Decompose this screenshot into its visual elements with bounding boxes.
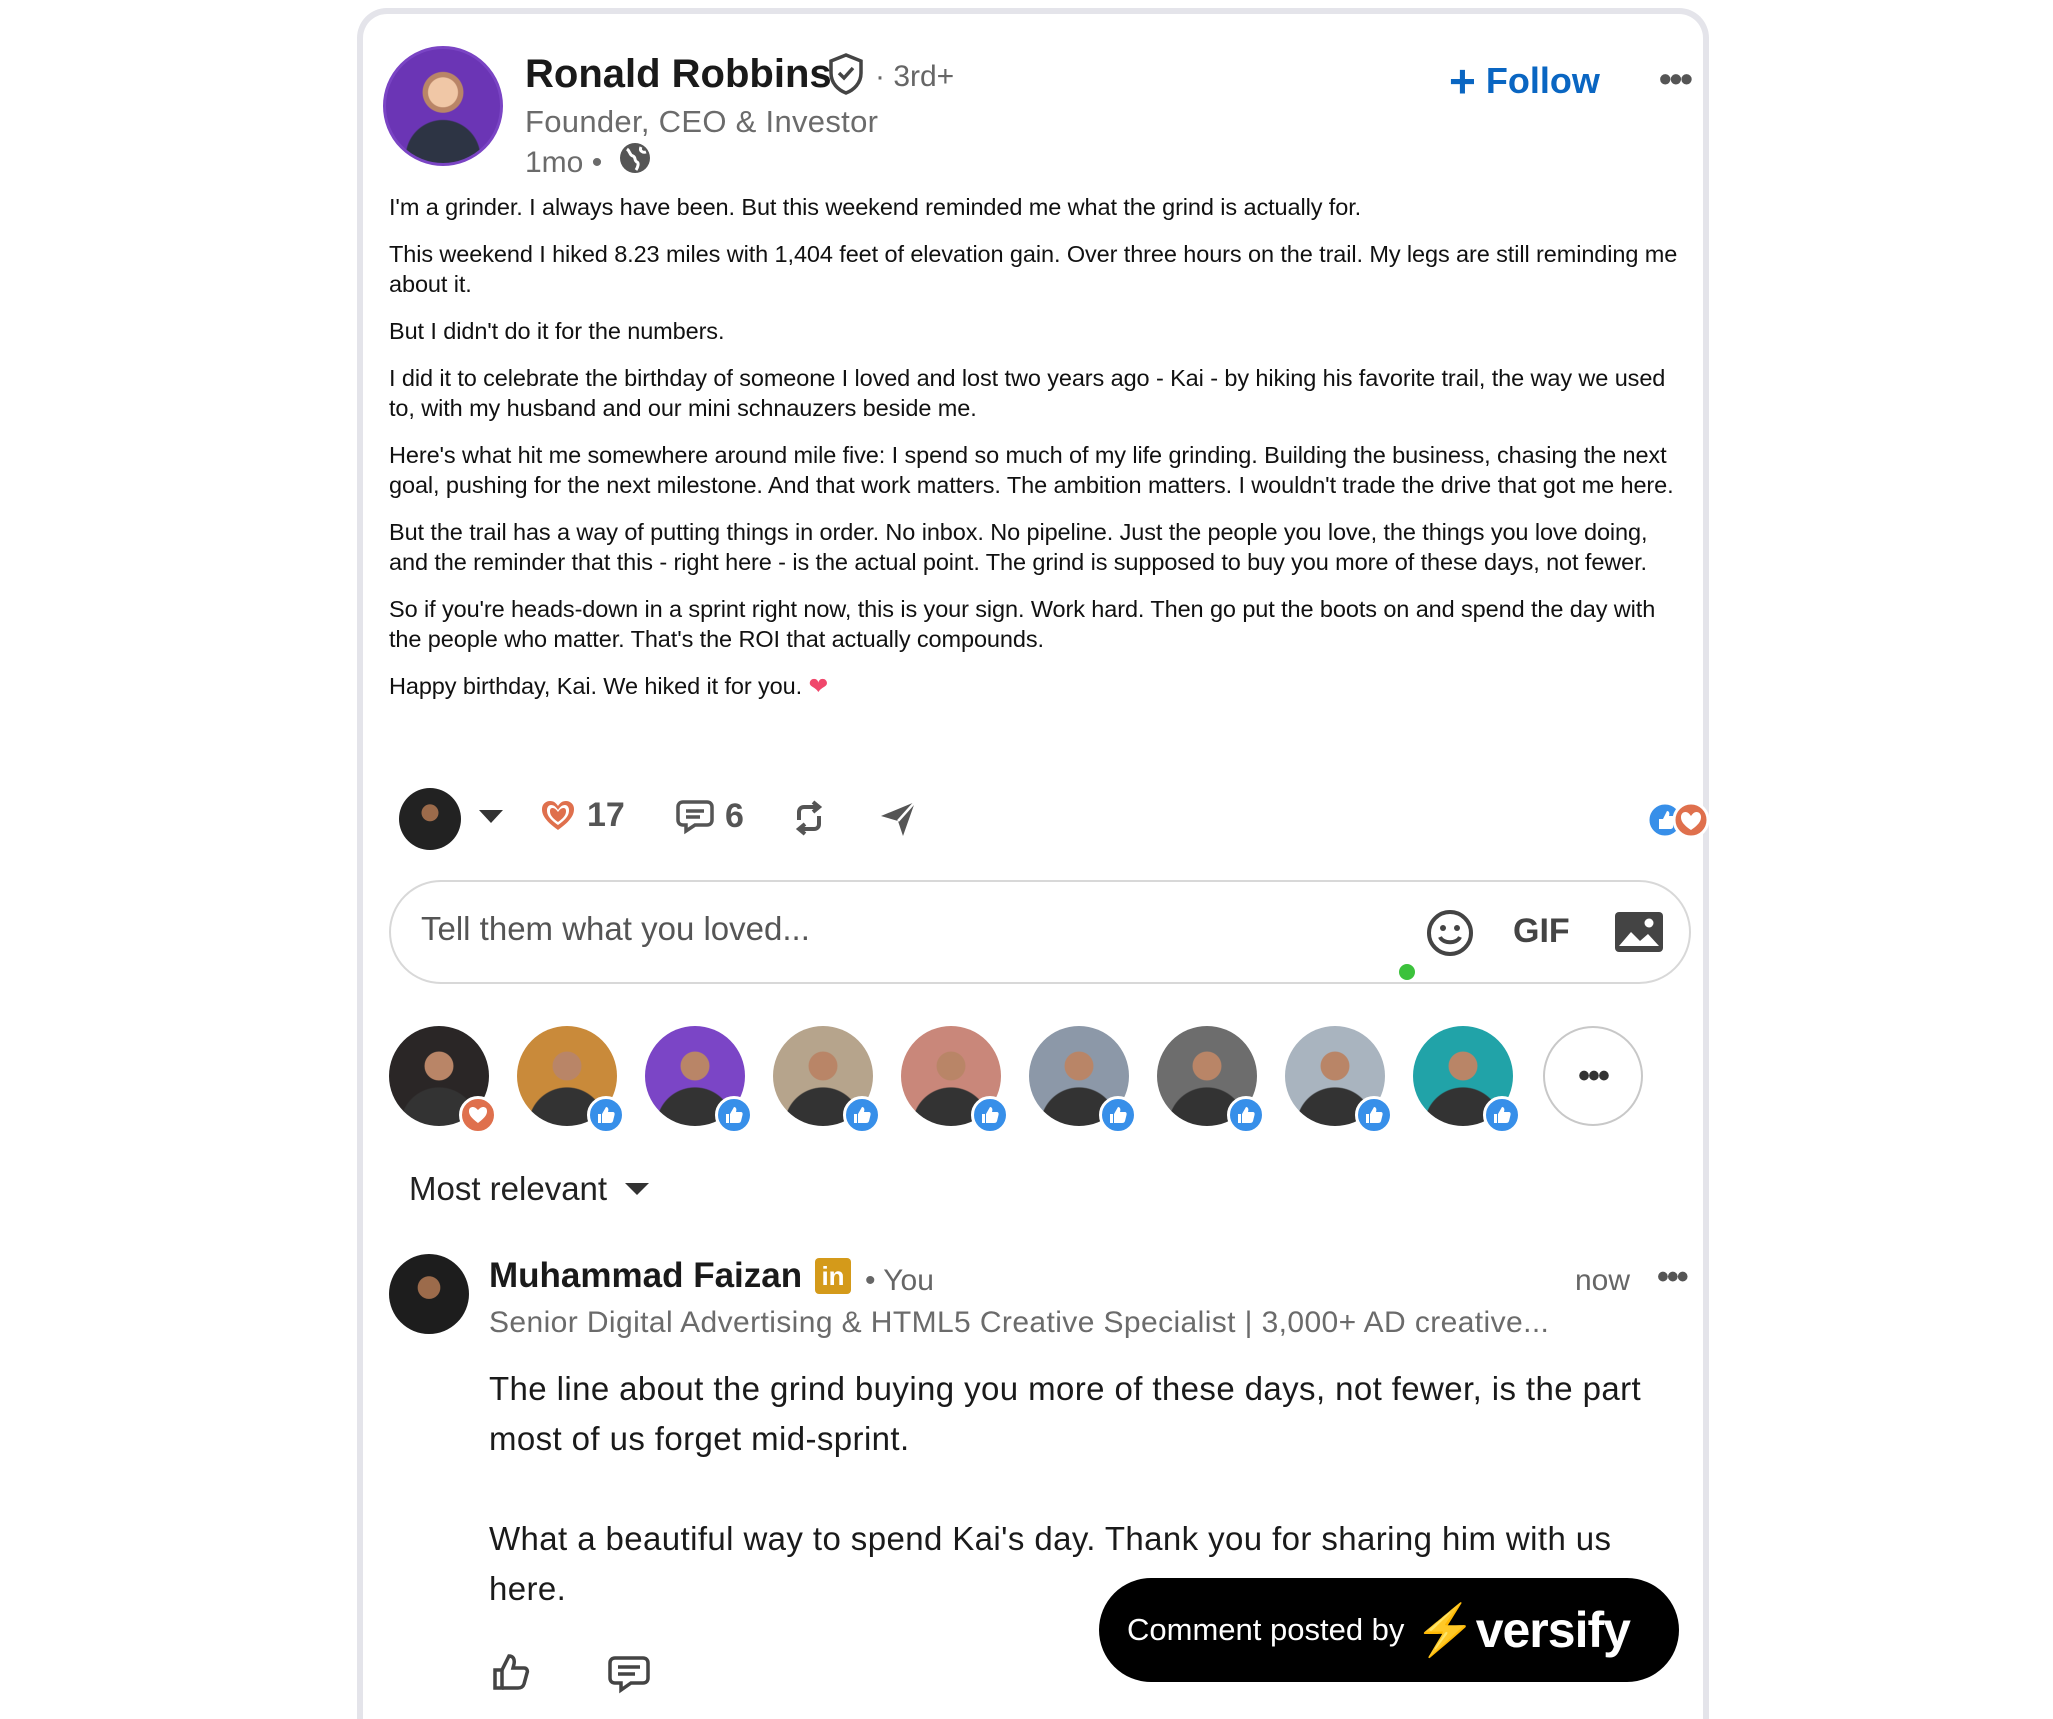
react-button[interactable]: 17 (539, 796, 625, 835)
send-icon[interactable] (877, 798, 919, 840)
love-badge-icon (459, 1096, 497, 1134)
comment-input[interactable] (421, 910, 1381, 948)
more-reactors-button[interactable]: ••• (1543, 1026, 1643, 1126)
image-icon[interactable] (1613, 910, 1665, 954)
sort-label: Most relevant (409, 1170, 608, 1207)
reactors-row: ••• (389, 1026, 1689, 1136)
comment-like-icon[interactable] (489, 1650, 533, 1694)
like-badge-icon (1099, 1096, 1137, 1134)
like-badge-icon (843, 1096, 881, 1134)
connection-degree: · 3rd+ (875, 60, 955, 93)
sort-dropdown[interactable]: Most relevant (409, 1170, 650, 1208)
author-avatar[interactable] (383, 46, 503, 166)
comment-count: 6 (725, 796, 744, 835)
post-paragraph: I did it to celebrate the birthday of so… (389, 365, 1666, 421)
plus-icon: + (1449, 55, 1476, 107)
post-closing: Happy birthday, Kai. We hiked it for you… (389, 671, 1689, 701)
reactor-avatar[interactable] (1157, 1026, 1265, 1134)
oversify-brand-text: versify (1475, 1601, 1631, 1658)
like-badge-icon (587, 1096, 625, 1134)
oversify-label: Comment posted by (1127, 1612, 1405, 1647)
reactor-avatar[interactable] (901, 1026, 1009, 1134)
reactions-summary-icon[interactable] (1645, 800, 1715, 840)
comment-timestamp: now (1575, 1264, 1631, 1297)
post-paragraph: But the trail has a way of putting thing… (389, 519, 1648, 575)
gif-button[interactable]: GIF (1513, 912, 1570, 951)
oversify-badge: Comment posted by ⚡versify (1099, 1578, 1679, 1682)
post-body: I'm a grinder. I always have been. But t… (389, 192, 1689, 718)
reactor-avatar[interactable] (1285, 1026, 1393, 1134)
post-paragraph: I'm a grinder. I always have been. But t… (389, 194, 1362, 220)
post-paragraph: But I didn't do it for the numbers. (389, 318, 725, 344)
globe-icon (620, 143, 650, 173)
commenter-avatar[interactable] (389, 1254, 469, 1334)
post-card: Ronald Robbins · 3rd+ Founder, CEO & Inv… (357, 8, 1710, 1719)
closing-text: Happy birthday, Kai. We hiked it for you… (389, 673, 803, 699)
online-status-dot (1399, 964, 1415, 980)
follow-label: Follow (1485, 60, 1600, 101)
reactor-avatar[interactable] (773, 1026, 881, 1134)
like-badge-icon (1227, 1096, 1265, 1134)
like-badge-icon (971, 1096, 1009, 1134)
post-timestamp: 1mo • (525, 146, 603, 179)
like-badge-icon (1483, 1096, 1521, 1134)
comment-paragraph: The line about the grind buying you more… (489, 1370, 1642, 1457)
caret-down-icon[interactable] (479, 810, 503, 823)
verified-shield-icon (829, 53, 863, 95)
comment-button[interactable]: 6 (675, 796, 744, 836)
action-bar: 17 6 (389, 786, 1710, 852)
reactor-avatar[interactable] (645, 1026, 753, 1134)
comment-more-icon[interactable]: ••• (1657, 1258, 1689, 1297)
comment-input-box[interactable]: GIF (389, 880, 1691, 984)
caret-down-icon (625, 1183, 650, 1195)
bolt-icon: ⚡ (1414, 1601, 1476, 1658)
author-headline: Founder, CEO & Investor (525, 104, 879, 139)
oversify-logo: ⚡versify (1414, 1601, 1631, 1660)
heart-reaction-icon (542, 800, 574, 830)
repost-icon[interactable] (789, 798, 829, 838)
post-paragraph: This weekend I hiked 8.23 miles with 1,4… (389, 241, 1678, 297)
post-paragraph: Here's what hit me somewhere around mile… (389, 442, 1674, 498)
comment-reply-icon[interactable] (607, 1652, 651, 1696)
reactor-avatar[interactable] (1029, 1026, 1137, 1134)
emoji-icon[interactable] (1425, 908, 1475, 958)
commenter-headline: Senior Digital Advertising & HTML5 Creat… (489, 1306, 1550, 1339)
reactor-avatar[interactable] (517, 1026, 625, 1134)
author-name[interactable]: Ronald Robbins (525, 52, 832, 97)
more-options-icon[interactable]: ••• (1659, 58, 1693, 100)
follow-button[interactable]: + Follow (1449, 55, 1600, 107)
reactor-avatar[interactable] (1413, 1026, 1521, 1134)
like-badge-icon (1355, 1096, 1393, 1134)
reactor-avatar[interactable] (389, 1026, 497, 1134)
reaction-count: 17 (587, 796, 625, 834)
like-badge-icon (715, 1096, 753, 1134)
comment-icon (676, 800, 714, 835)
actor-avatar[interactable] (399, 788, 461, 850)
post-paragraph: So if you're heads-down in a sprint righ… (389, 596, 1656, 652)
commenter-relation: • You (865, 1264, 934, 1297)
linkedin-premium-icon: in (815, 1258, 851, 1294)
heart-emoji-icon: ❤ (808, 673, 829, 699)
commenter-name[interactable]: Muhammad Faizan (489, 1256, 802, 1296)
